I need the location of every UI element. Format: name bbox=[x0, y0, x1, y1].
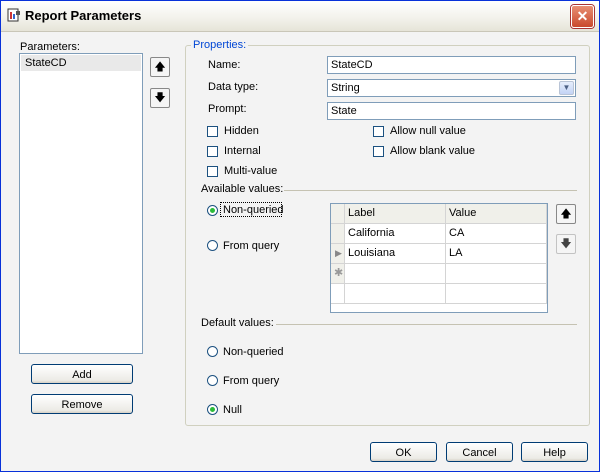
datatype-select[interactable]: String ▼ bbox=[327, 79, 576, 97]
available-non-queried-label[interactable]: Non-queried bbox=[223, 204, 284, 216]
grid-new-cell[interactable] bbox=[446, 264, 547, 284]
grid-new-cell[interactable] bbox=[345, 264, 446, 284]
name-label: Name: bbox=[208, 59, 241, 71]
grid-move-down-button[interactable]: 🡇 bbox=[556, 234, 576, 254]
arrow-down-icon: 🡇 bbox=[154, 91, 166, 104]
allow-blank-checkbox[interactable] bbox=[373, 146, 384, 157]
grid-cell-label[interactable]: Louisiana bbox=[345, 244, 446, 264]
grid-corner bbox=[331, 204, 345, 224]
default-from-query-radio[interactable] bbox=[207, 375, 218, 386]
available-from-query-radio[interactable] bbox=[207, 240, 218, 251]
datatype-value: String bbox=[331, 82, 360, 94]
cancel-button-label: Cancel bbox=[462, 447, 497, 459]
allow-null-label[interactable]: Allow null value bbox=[390, 125, 466, 137]
default-values-label: Default values: bbox=[201, 317, 274, 329]
properties-title: Properties: bbox=[191, 39, 249, 51]
prompt-input[interactable]: State bbox=[327, 102, 576, 120]
datatype-label: Data type: bbox=[208, 81, 259, 93]
close-button[interactable]: ✕ bbox=[571, 5, 594, 28]
available-values-grid[interactable]: Label Value California CA ▶ Louisiana LA… bbox=[330, 203, 548, 313]
grid-empty-cell bbox=[446, 284, 547, 304]
default-null-radio[interactable] bbox=[207, 404, 218, 415]
default-null-label[interactable]: Null bbox=[223, 404, 242, 416]
add-button[interactable]: Add bbox=[31, 364, 133, 384]
asterisk-icon[interactable]: ✱ bbox=[331, 264, 345, 284]
internal-label[interactable]: Internal bbox=[224, 145, 261, 157]
dialog-body: Parameters: StateCD 🡅 🡇 Add Remove Prope… bbox=[1, 32, 599, 471]
grid-cell-label[interactable]: California bbox=[345, 224, 446, 244]
move-up-button[interactable]: 🡅 bbox=[150, 57, 170, 77]
grid-empty-cell bbox=[345, 284, 446, 304]
ok-button-label: OK bbox=[395, 447, 412, 459]
remove-button-label: Remove bbox=[61, 399, 103, 411]
default-from-query-label[interactable]: From query bbox=[223, 375, 279, 387]
grid-cell-value[interactable]: LA bbox=[446, 244, 547, 264]
grid-move-up-button[interactable]: 🡅 bbox=[556, 204, 576, 224]
available-from-query-label[interactable]: From query bbox=[223, 240, 279, 252]
grid-cell-value[interactable]: CA bbox=[446, 224, 547, 244]
help-button[interactable]: Help bbox=[521, 442, 588, 462]
internal-checkbox[interactable] bbox=[207, 146, 218, 157]
grid-header-label[interactable]: Label bbox=[345, 204, 446, 224]
arrow-up-icon: 🡅 bbox=[560, 207, 572, 220]
default-non-queried-radio[interactable] bbox=[207, 346, 218, 357]
close-icon: ✕ bbox=[576, 8, 589, 24]
arrow-down-icon: 🡇 bbox=[560, 237, 572, 250]
parameters-list[interactable]: StateCD bbox=[19, 53, 143, 354]
ok-button[interactable]: OK bbox=[370, 442, 437, 462]
default-non-queried-label[interactable]: Non-queried bbox=[223, 346, 284, 358]
default-values-separator bbox=[276, 324, 577, 325]
allow-blank-label[interactable]: Allow blank value bbox=[390, 145, 475, 157]
hidden-label[interactable]: Hidden bbox=[224, 125, 259, 137]
prompt-label: Prompt: bbox=[208, 103, 247, 115]
window-title: Report Parameters bbox=[25, 8, 142, 23]
row-pointer-icon[interactable]: ▶ bbox=[331, 244, 345, 264]
report-parameters-dialog: Report Parameters ✕ Parameters: StateCD … bbox=[0, 0, 600, 472]
multivalue-label[interactable]: Multi-value bbox=[224, 165, 277, 177]
multivalue-checkbox[interactable] bbox=[207, 166, 218, 177]
available-values-separator bbox=[284, 190, 577, 191]
move-down-button[interactable]: 🡇 bbox=[150, 88, 170, 108]
chevron-down-icon[interactable]: ▼ bbox=[559, 81, 574, 95]
grid-empty-cell bbox=[331, 284, 345, 304]
parameters-label: Parameters: bbox=[20, 41, 80, 53]
report-icon bbox=[7, 8, 20, 22]
allow-null-checkbox[interactable] bbox=[373, 126, 384, 137]
title-bar[interactable]: Report Parameters ✕ bbox=[1, 1, 599, 32]
grid-header-value[interactable]: Value bbox=[446, 204, 547, 224]
parameter-item[interactable]: StateCD bbox=[21, 55, 141, 71]
remove-button[interactable]: Remove bbox=[31, 394, 133, 414]
available-values-label: Available values: bbox=[201, 183, 284, 195]
add-button-label: Add bbox=[72, 369, 92, 381]
hidden-checkbox[interactable] bbox=[207, 126, 218, 137]
help-button-label: Help bbox=[543, 447, 566, 459]
row-header[interactable] bbox=[331, 224, 345, 244]
arrow-up-icon: 🡅 bbox=[154, 60, 166, 73]
name-input[interactable]: StateCD bbox=[327, 56, 576, 74]
cancel-button[interactable]: Cancel bbox=[446, 442, 513, 462]
available-non-queried-radio[interactable] bbox=[207, 205, 218, 216]
